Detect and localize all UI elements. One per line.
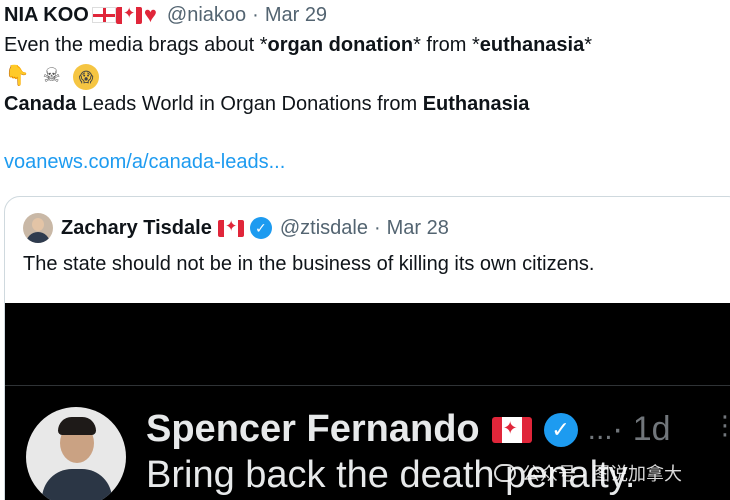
separator-dot: ·: [252, 3, 259, 26]
emoji-row: 👇 ☠ 😱: [4, 63, 102, 90]
canada-flag-icon: [491, 416, 532, 443]
canada-flag-icon: [115, 4, 142, 24]
tweet-header: NIA KOO ♥ @niakoo · Mar 29: [4, 2, 327, 28]
quoted-tweet-text: The state should not be in the business …: [23, 253, 595, 275]
media-author-row: Spencer Fernando ✓ ...: [146, 408, 613, 451]
author-name[interactable]: NIA KOO: [4, 4, 89, 27]
skull-crossbones-icon: ☠: [42, 65, 61, 87]
avatar-hair: [58, 417, 96, 435]
watermark: 公众号 · 图说加拿大: [494, 460, 682, 486]
more-options-icon: ⋮: [712, 410, 730, 440]
verified-badge-icon: ✓: [249, 217, 272, 239]
text-segment: Leads World in Organ Donations from: [76, 93, 423, 115]
media-avatar: [26, 407, 126, 500]
avatar[interactable]: [23, 213, 53, 243]
watermark-text: 公众号 · 图说加拿大: [522, 464, 682, 484]
article-link[interactable]: voanews.com/a/canada-leads...: [4, 150, 285, 174]
quoted-author-name[interactable]: Zachary Tisdale: [61, 217, 212, 240]
media-divider: [5, 385, 730, 386]
red-heart-icon: ♥: [143, 2, 157, 27]
tweet-text-line-1: Even the media brags about *organ donati…: [4, 33, 592, 57]
media-author-name: Spencer Fernando: [146, 408, 480, 450]
text-segment: Even the media brags about *: [4, 34, 268, 56]
canada-flag-icon: [217, 217, 244, 237]
ellipsis-text: ...: [587, 412, 613, 446]
text-segment: *: [584, 34, 593, 56]
quoted-author-handle[interactable]: @ztisdale: [280, 217, 368, 240]
text-segment: * from *: [413, 34, 480, 56]
pointing-down-icon: 👇: [4, 65, 30, 87]
author-handle[interactable]: @niakoo: [167, 4, 246, 27]
quoted-tweet-date[interactable]: Mar 28: [387, 217, 449, 240]
bold-canada: Canada: [4, 93, 77, 115]
wechat-icon: [494, 464, 516, 482]
media-time: · 1d: [612, 410, 671, 448]
tweet-date[interactable]: Mar 29: [265, 4, 327, 27]
bold-organ-donation: organ donation: [267, 34, 414, 56]
quoted-tweet-header: Zachary Tisdale ✓ @ztisdale · Mar 28: [23, 213, 449, 243]
bold-euthanasia: Euthanasia: [422, 93, 530, 115]
avatar-suit: [42, 469, 112, 500]
separator-dot: ·: [373, 216, 381, 239]
verified-badge-icon: ✓: [543, 412, 578, 447]
bold-euthanasia: euthanasia: [479, 34, 585, 56]
england-flag-icon: [91, 7, 116, 23]
screaming-face-icon: 😱: [73, 64, 100, 90]
headline-text: Canada Leads World in Organ Donations fr…: [4, 92, 529, 116]
